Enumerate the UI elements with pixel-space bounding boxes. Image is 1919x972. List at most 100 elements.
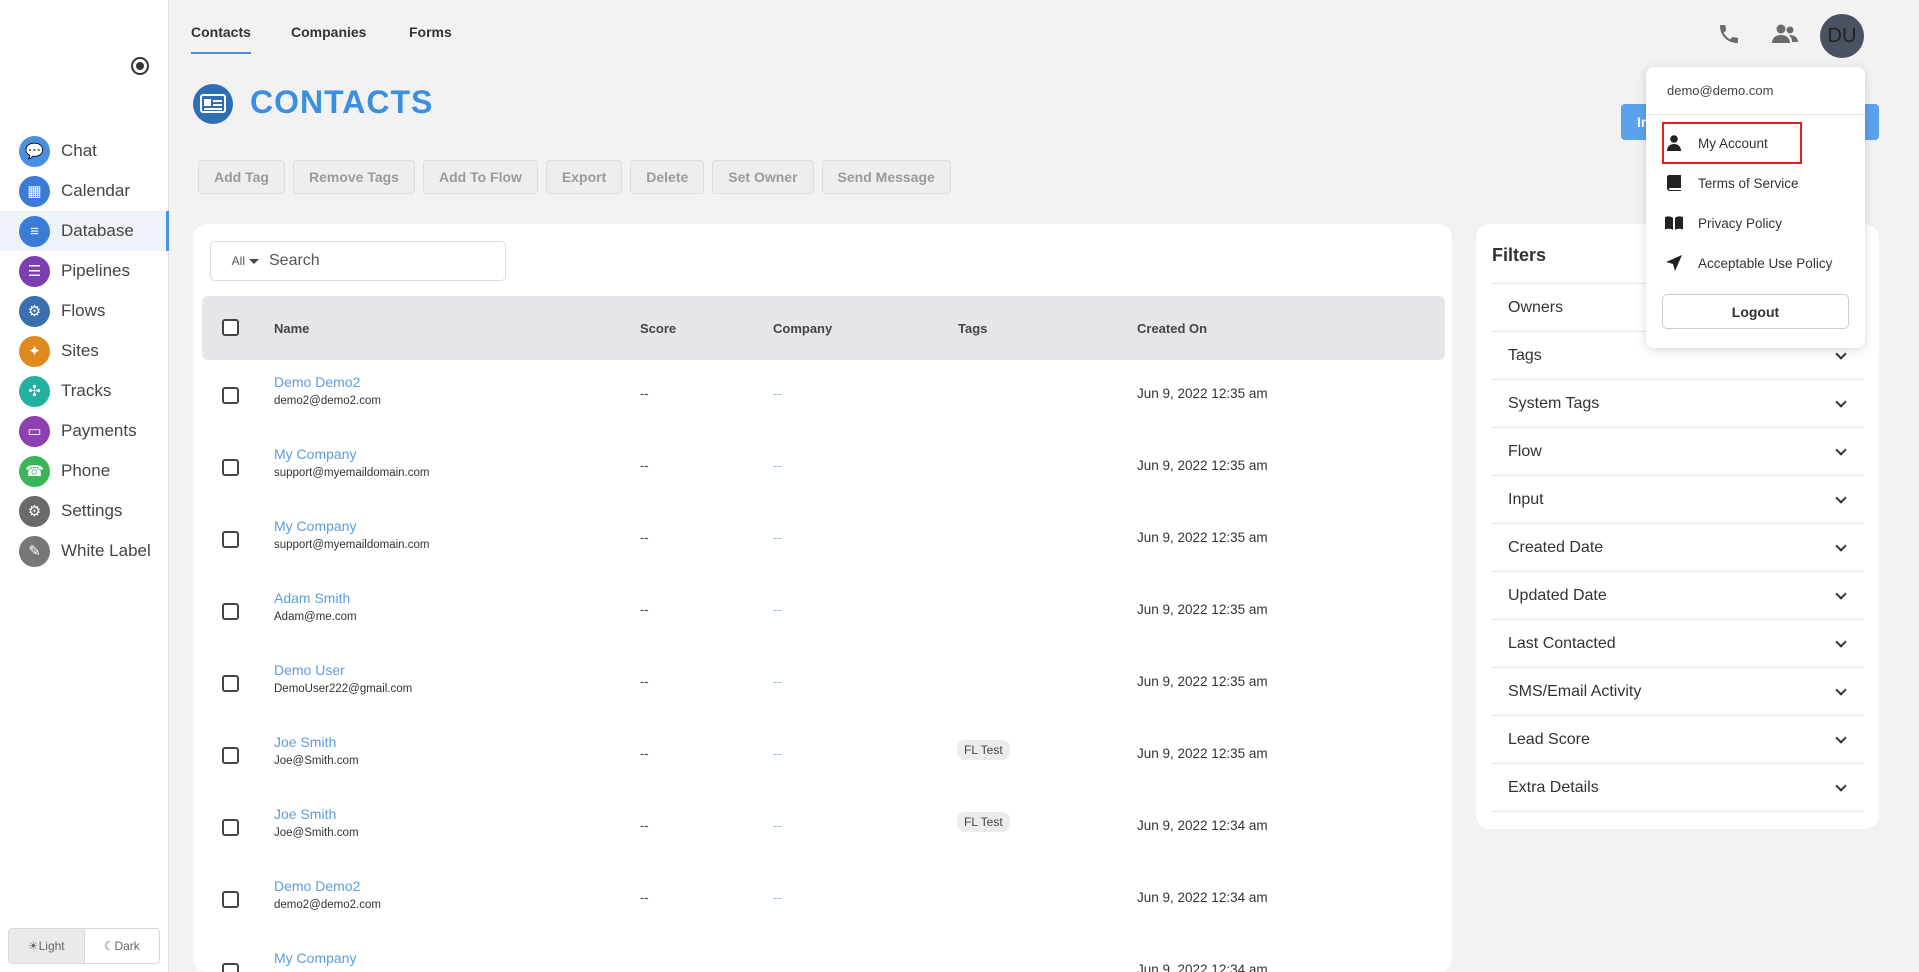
table-row[interactable]: My Company support@myemaildomain.com -- -- J…	[193, 504, 1452, 576]
row-checkbox[interactable]	[222, 459, 239, 476]
tab-contacts[interactable]: Contacts	[191, 24, 251, 54]
my-account-menu-item[interactable]: My Account	[1662, 126, 1858, 160]
theme-toggle[interactable]: ☀Light ☾Dark	[8, 928, 160, 964]
filter-system-tags[interactable]: System Tags	[1492, 380, 1864, 428]
contact-company[interactable]: --	[773, 386, 782, 401]
sidebar-item-calendar[interactable]: ▦ Calendar	[0, 171, 169, 211]
contact-name-link[interactable]: My Company	[274, 518, 356, 534]
contact-name-link[interactable]: Joe Smith	[274, 806, 336, 822]
sidebar-item-payments[interactable]: ▭ Payments	[0, 411, 169, 451]
table-row[interactable]: Joe Smith Joe@Smith.com -- -- Jun 9, 2022 12…	[193, 792, 1452, 864]
contact-email: support@myemaildomain.com	[274, 539, 430, 551]
contact-name-link[interactable]: Demo Demo2	[274, 374, 360, 390]
contact-company[interactable]: --	[773, 458, 782, 473]
export-button[interactable]: Export	[545, 160, 623, 194]
delete-button[interactable]: Delete	[630, 160, 705, 194]
contact-score: --	[640, 890, 649, 905]
chevron-down-icon	[1835, 587, 1847, 600]
contact-name-link[interactable]: My Company	[274, 950, 356, 966]
send-message-button[interactable]: Send Message	[821, 160, 951, 194]
row-checkbox[interactable]	[222, 387, 239, 404]
select-all-checkbox[interactable]	[222, 319, 239, 336]
column-header-score[interactable]: Score	[640, 321, 676, 336]
filter-sms-email-activity[interactable]: SMS/Email Activity	[1492, 668, 1864, 716]
contact-email: Joe@Smith.com	[274, 827, 359, 839]
row-checkbox[interactable]	[222, 891, 239, 908]
sidebar-item-label: Settings	[61, 501, 123, 520]
table-row[interactable]: Adam Smith Adam@me.com -- -- Jun 9, 2022 12:…	[193, 576, 1452, 648]
acceptable-use-policy-menu-item[interactable]: Acceptable Use Policy	[1662, 246, 1858, 280]
contact-email: demo2@demo2.com	[274, 395, 381, 407]
account-dropdown-menu: demo@demo.com My Account Terms of Servic…	[1646, 67, 1865, 348]
filter-label: SMS/Email Activity	[1508, 682, 1642, 700]
sidebar-item-white-label[interactable]: ✎ White Label	[0, 531, 169, 571]
contact-company[interactable]: --	[773, 818, 782, 833]
sidebar-item-flows[interactable]: ⚙ Flows	[0, 291, 169, 331]
row-checkbox[interactable]	[222, 963, 239, 972]
contact-company[interactable]: --	[773, 674, 782, 689]
filter-created-date[interactable]: Created Date	[1492, 524, 1864, 572]
table-row[interactable]: My Company Jun 9, 2022 12:34 am	[193, 936, 1452, 972]
sidebar-item-database[interactable]: ≡ Database	[0, 211, 169, 251]
sidebar-item-chat[interactable]: 💬 Chat	[0, 131, 169, 171]
filter-input[interactable]: Input	[1492, 476, 1864, 524]
contact-company[interactable]: --	[773, 602, 782, 617]
filter-extra-details[interactable]: Extra Details	[1492, 764, 1864, 812]
filter-flow[interactable]: Flow	[1492, 428, 1864, 476]
contact-created-on: Jun 9, 2022 12:35 am	[1137, 674, 1268, 689]
chevron-down-icon	[1835, 731, 1847, 744]
row-checkbox[interactable]	[222, 531, 239, 548]
search-scope-select[interactable]: All	[211, 254, 269, 268]
table-row[interactable]: My Company support@myemaildomain.com -- -- J…	[193, 432, 1452, 504]
column-header-name[interactable]: Name	[274, 321, 309, 336]
contact-company[interactable]: --	[773, 530, 782, 545]
add-to-flow-button[interactable]: Add To Flow	[422, 160, 538, 194]
contact-name-link[interactable]: Joe Smith	[274, 734, 336, 750]
column-header-created-on[interactable]: Created On	[1137, 321, 1207, 336]
contact-name-link[interactable]: Demo Demo2	[274, 878, 360, 894]
sidebar-item-phone[interactable]: ☎ Phone	[0, 451, 169, 491]
row-checkbox[interactable]	[222, 675, 239, 692]
phone-icon[interactable]	[1715, 20, 1743, 48]
table-row[interactable]: Joe Smith Joe@Smith.com -- -- Jun 9, 2022 12…	[193, 720, 1452, 792]
filter-label: Owners	[1508, 298, 1564, 316]
terms-of-service-menu-item[interactable]: Terms of Service	[1662, 166, 1858, 200]
sidebar-collapse-icon[interactable]	[131, 57, 149, 75]
table-row[interactable]: Demo Demo2 demo2@demo2.com -- -- Jun 9, 2022…	[193, 360, 1452, 432]
search-input[interactable]	[269, 252, 489, 270]
column-header-company[interactable]: Company	[773, 321, 832, 336]
privacy-policy-menu-item[interactable]: Privacy Policy	[1662, 206, 1858, 240]
contact-name-link[interactable]: Demo User	[274, 662, 345, 678]
tab-companies[interactable]: Companies	[291, 24, 366, 40]
filter-updated-date[interactable]: Updated Date	[1492, 572, 1864, 620]
sidebar-item-settings[interactable]: ⚙ Settings	[0, 491, 169, 531]
tab-forms[interactable]: Forms	[409, 24, 452, 40]
contact-created-on: Jun 9, 2022 12:35 am	[1137, 746, 1268, 761]
chevron-down-icon	[1835, 491, 1847, 504]
contact-name-link[interactable]: Adam Smith	[274, 590, 350, 606]
logout-button[interactable]: Logout	[1662, 294, 1849, 329]
add-tag-button[interactable]: Add Tag	[198, 160, 285, 194]
sidebar-item-sites[interactable]: ✦ Sites	[0, 331, 169, 371]
contact-score: --	[640, 674, 649, 689]
contact-company[interactable]: --	[773, 746, 782, 761]
sidebar-item-pipelines[interactable]: ☰ Pipelines	[0, 251, 169, 291]
contacts-icon[interactable]	[1771, 20, 1799, 48]
row-checkbox[interactable]	[222, 819, 239, 836]
filter-lead-score[interactable]: Lead Score	[1492, 716, 1864, 764]
light-theme-button[interactable]: ☀Light	[9, 929, 85, 963]
remove-tags-button[interactable]: Remove Tags	[292, 160, 415, 194]
sidebar-item-tracks[interactable]: ✣ Tracks	[0, 371, 169, 411]
filter-last-contacted[interactable]: Last Contacted	[1492, 620, 1864, 668]
avatar[interactable]: DU	[1820, 14, 1864, 58]
dark-theme-button[interactable]: ☾Dark	[85, 929, 160, 963]
contact-email: Joe@Smith.com	[274, 755, 359, 767]
contact-name-link[interactable]: My Company	[274, 446, 356, 462]
set-owner-button[interactable]: Set Owner	[712, 160, 814, 194]
contact-company[interactable]: --	[773, 890, 782, 905]
row-checkbox[interactable]	[222, 747, 239, 764]
row-checkbox[interactable]	[222, 603, 239, 620]
phone-icon: ☎	[19, 455, 50, 487]
table-row[interactable]: Demo Demo2 demo2@demo2.com -- -- Jun 9, 2022…	[193, 864, 1452, 936]
table-row[interactable]: Demo User DemoUser222@gmail.com -- -- Jun 9,…	[193, 648, 1452, 720]
